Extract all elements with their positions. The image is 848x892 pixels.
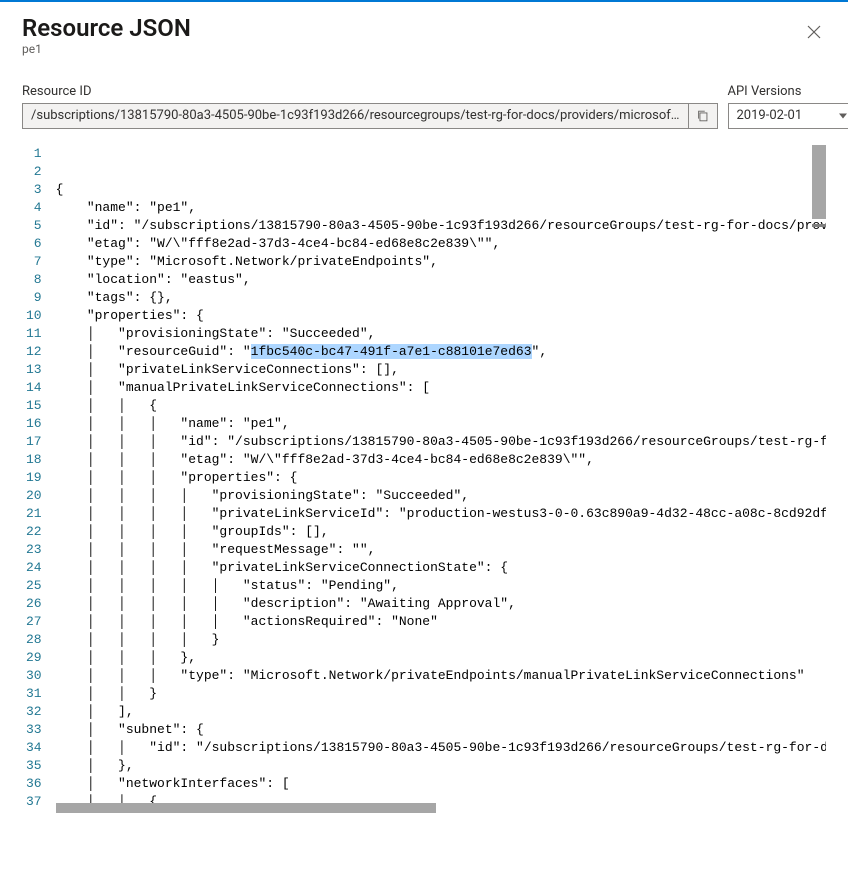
code-line[interactable]: │ │ │ │ │ "description": "Awaiting Appro…	[56, 595, 826, 613]
code-line[interactable]: │ │ {	[56, 397, 826, 415]
line-number: 14	[26, 379, 42, 397]
code-content[interactable]: { "name": "pe1", "id": "/subscriptions/1…	[56, 145, 826, 813]
code-line[interactable]: │ "networkInterfaces": [	[56, 775, 826, 793]
api-versions-label: API Versions	[728, 84, 848, 99]
resource-id-input-row: /subscriptions/13815790-80a3-4505-90be-1…	[22, 103, 718, 129]
line-number: 12	[26, 343, 42, 361]
line-number: 26	[26, 595, 42, 613]
code-line[interactable]: {	[56, 181, 826, 199]
api-versions-value: 2019-02-01	[737, 108, 803, 123]
vertical-scrollbar-track[interactable]	[812, 145, 826, 803]
code-line[interactable]: │ │ │ │ "groupIds": [],	[56, 523, 826, 541]
line-number: 8	[26, 271, 42, 289]
resource-id-label: Resource ID	[22, 84, 718, 99]
line-number: 13	[26, 361, 42, 379]
line-number: 25	[26, 577, 42, 595]
line-number: 1	[26, 145, 42, 163]
line-number: 30	[26, 667, 42, 685]
code-line[interactable]: "location": "eastus",	[56, 271, 826, 289]
line-number: 22	[26, 523, 42, 541]
code-line[interactable]: "name": "pe1",	[56, 199, 826, 217]
line-number: 4	[26, 199, 42, 217]
line-number: 10	[26, 307, 42, 325]
resource-id-input[interactable]: /subscriptions/13815790-80a3-4505-90be-1…	[22, 103, 688, 129]
line-number: 27	[26, 613, 42, 631]
code-line[interactable]: "type": "Microsoft.Network/privateEndpoi…	[56, 253, 826, 271]
code-line[interactable]: │ │ │ │ }	[56, 631, 826, 649]
code-line[interactable]: │ │ │ │ "privateLinkServiceId": "product…	[56, 505, 826, 523]
line-number: 18	[26, 451, 42, 469]
copy-icon	[696, 109, 710, 123]
code-line[interactable]: │ │ │ │ │ "status": "Pending",	[56, 577, 826, 595]
code-line[interactable]: │ │ │ "etag": "W/\"fff8e2ad-37d3-4ce4-bc…	[56, 451, 826, 469]
api-versions-select[interactable]: 2019-02-01	[728, 103, 848, 129]
line-number: 15	[26, 397, 42, 415]
line-number-gutter: 1234567891011121314151617181920212223242…	[22, 145, 56, 813]
line-number: 17	[26, 433, 42, 451]
code-line[interactable]: │ │ │ │ "privateLinkServiceConnectionSta…	[56, 559, 826, 577]
close-icon	[807, 25, 821, 39]
header: Resource JSON pe1	[0, 2, 848, 56]
line-number: 28	[26, 631, 42, 649]
resource-id-field: Resource ID /subscriptions/13815790-80a3…	[22, 84, 718, 129]
page-subtitle: pe1	[22, 42, 826, 56]
line-number: 31	[26, 685, 42, 703]
code-line[interactable]: │ │ │ "name": "pe1",	[56, 415, 826, 433]
code-line[interactable]: │ │ │ │ "provisioningState": "Succeeded"…	[56, 487, 826, 505]
code-line[interactable]: │ │ │ },	[56, 649, 826, 667]
code-line[interactable]: │ },	[56, 757, 826, 775]
code-line[interactable]: │ │ "id": "/subscriptions/13815790-80a3-…	[56, 739, 826, 757]
code-line[interactable]: │ "privateLinkServiceConnections": [],	[56, 361, 826, 379]
line-number: 20	[26, 487, 42, 505]
line-number: 34	[26, 739, 42, 757]
code-line[interactable]: │ "provisioningState": "Succeeded",	[56, 325, 826, 343]
code-line[interactable]: │ │ │ "id": "/subscriptions/13815790-80a…	[56, 433, 826, 451]
code-line[interactable]: "tags": {},	[56, 289, 826, 307]
line-number: 5	[26, 217, 42, 235]
json-editor[interactable]: 1234567891011121314151617181920212223242…	[22, 145, 826, 813]
line-number: 37	[26, 793, 42, 811]
code-line[interactable]: "properties": {	[56, 307, 826, 325]
line-number: 21	[26, 505, 42, 523]
horizontal-scrollbar-thumb[interactable]	[56, 803, 436, 813]
code-line[interactable]: │ ],	[56, 703, 826, 721]
line-number: 16	[26, 415, 42, 433]
vertical-scrollbar-mark	[812, 224, 826, 227]
copy-button[interactable]	[688, 103, 718, 129]
line-number: 19	[26, 469, 42, 487]
close-button[interactable]	[802, 20, 826, 44]
line-number: 32	[26, 703, 42, 721]
line-number: 2	[26, 163, 42, 181]
text-selection: 1fbc540c-bc47-491f-a7e1-c88101e7ed63	[251, 344, 532, 359]
line-number: 33	[26, 721, 42, 739]
code-line[interactable]: │ │ }	[56, 685, 826, 703]
line-number: 11	[26, 325, 42, 343]
code-line[interactable]: │ │ │ "properties": {	[56, 469, 826, 487]
code-line[interactable]: │ │ │ "type": "Microsoft.Network/private…	[56, 667, 826, 685]
code-line[interactable]: "id": "/subscriptions/13815790-80a3-4505…	[56, 217, 826, 235]
line-number: 36	[26, 775, 42, 793]
line-number: 9	[26, 289, 42, 307]
line-number: 3	[26, 181, 42, 199]
code-line[interactable]: │ "manualPrivateLinkServiceConnections":…	[56, 379, 826, 397]
line-number: 23	[26, 541, 42, 559]
code-line[interactable]: "etag": "W/\"fff8e2ad-37d3-4ce4-bc84-ed6…	[56, 235, 826, 253]
line-number: 7	[26, 253, 42, 271]
line-number: 24	[26, 559, 42, 577]
vertical-scrollbar-thumb[interactable]	[812, 145, 826, 219]
code-line[interactable]: │ │ │ │ "requestMessage": "",	[56, 541, 826, 559]
code-line[interactable]: │ "subnet": {	[56, 721, 826, 739]
page-title: Resource JSON	[22, 14, 826, 42]
line-number: 29	[26, 649, 42, 667]
line-number: 6	[26, 235, 42, 253]
code-line[interactable]: │ │ │ │ │ "actionsRequired": "None"	[56, 613, 826, 631]
fields-row: Resource ID /subscriptions/13815790-80a3…	[0, 56, 848, 137]
line-number: 35	[26, 757, 42, 775]
api-versions-field: API Versions 2019-02-01	[728, 84, 848, 129]
code-line[interactable]: │ "resourceGuid": "1fbc540c-bc47-491f-a7…	[56, 343, 826, 361]
